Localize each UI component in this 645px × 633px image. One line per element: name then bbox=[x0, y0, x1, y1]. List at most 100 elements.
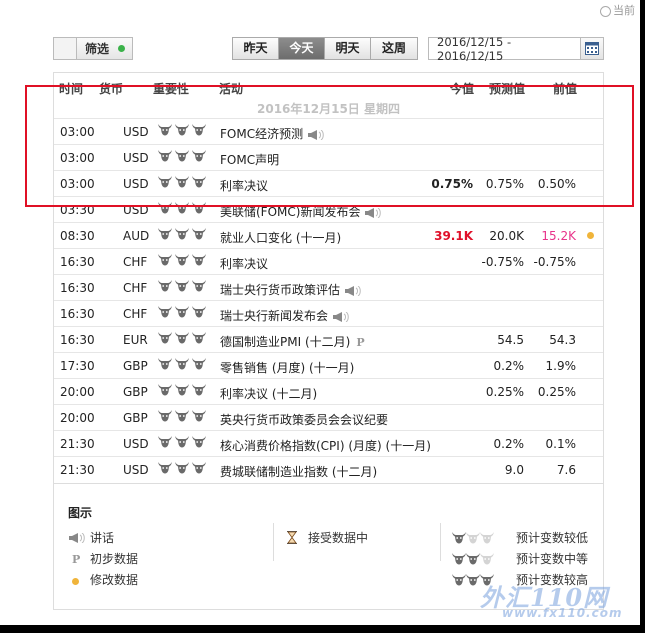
row-actual: 39.1K bbox=[434, 229, 473, 243]
importance-bulls-icon bbox=[158, 435, 206, 448]
row-time: 20:00 bbox=[60, 411, 95, 425]
watermark-logo: 外汇110网 www.fx110.com bbox=[480, 583, 623, 620]
table-row[interactable]: 16:30 CHF 瑞士央行新闻发布会 bbox=[54, 300, 603, 326]
row-event-text[interactable]: FOMC经济预测 bbox=[220, 127, 303, 141]
prelim-icon: P bbox=[356, 336, 365, 349]
table-row[interactable]: 16:30 CHF 瑞士央行货币政策评估 bbox=[54, 274, 603, 300]
prelim-icon: P bbox=[72, 553, 81, 566]
row-currency: EUR bbox=[123, 333, 148, 347]
speaker-icon bbox=[68, 532, 90, 546]
speaker-icon bbox=[340, 283, 362, 297]
col-event: 活动 bbox=[219, 82, 244, 96]
row-event: 利率决议 bbox=[220, 177, 268, 194]
table-row[interactable]: 16:30 CHF 利率决议 -0.75% -0.75% bbox=[54, 248, 603, 274]
row-event-text[interactable]: 零售销售 (月度) (十一月) bbox=[220, 361, 354, 375]
tab-this-week[interactable]: 这周 bbox=[371, 38, 417, 59]
tab-tomorrow[interactable]: 明天 bbox=[325, 38, 371, 59]
table-row[interactable]: 21:30 USD 核心消费价格指数(CPI) (月度) (十一月) 0.2% 0.1% bbox=[54, 430, 603, 456]
speaker-icon bbox=[328, 309, 350, 323]
row-event-text[interactable]: 利率决议 (十二月) bbox=[220, 387, 317, 401]
row-event-text[interactable]: 就业人口变化 (十一月) bbox=[220, 231, 341, 245]
filter-button[interactable]: 筛选 bbox=[53, 37, 133, 60]
row-currency: CHF bbox=[123, 281, 148, 295]
tab-yesterday[interactable]: 昨天 bbox=[233, 38, 279, 59]
filter-checkbox[interactable] bbox=[54, 38, 77, 59]
legend-speech: 讲话 bbox=[68, 529, 114, 546]
row-event: 瑞士央行新闻发布会 bbox=[220, 307, 350, 324]
table-row[interactable]: 08:30 AUD 就业人口变化 (十一月) 39.1K 20.0K 15.2K bbox=[54, 222, 603, 248]
row-event-text[interactable]: 美联储(FOMC)新闻发布会 bbox=[220, 205, 360, 219]
row-currency: CHF bbox=[123, 255, 148, 269]
row-currency: USD bbox=[123, 463, 149, 477]
row-event-text[interactable]: 费城联储制造业指数 (十二月) bbox=[220, 465, 377, 479]
row-previous: -0.75% bbox=[533, 255, 576, 269]
row-time: 03:00 bbox=[60, 177, 95, 191]
table-row[interactable]: 17:30 GBP 零售销售 (月度) (十一月) 0.2% 1.9% bbox=[54, 352, 603, 378]
table-row[interactable]: 16:30 EUR 德国制造业PMI (十二月) P 54.5 54.3 bbox=[54, 326, 603, 352]
day-tabs: 昨天 今天 明天 这周 bbox=[232, 37, 418, 60]
legend-receiving: 接受数据中 bbox=[286, 529, 368, 547]
row-event: 德国制造业PMI (十二月) P bbox=[220, 333, 365, 350]
legend-divider bbox=[54, 483, 603, 484]
row-forecast: 9.0 bbox=[504, 463, 524, 477]
row-currency: GBP bbox=[123, 411, 148, 425]
row-event: 英央行货币政策委员会会议纪要 bbox=[220, 411, 388, 428]
row-event: FOMC经济预测 bbox=[220, 125, 325, 142]
bull-mid-icon bbox=[452, 552, 516, 568]
table-row[interactable]: 03:00 USD FOMC声明 bbox=[54, 144, 603, 170]
row-forecast: 0.25% bbox=[485, 385, 524, 399]
revised-dot-icon bbox=[68, 574, 90, 588]
clock-icon bbox=[600, 5, 611, 17]
date-header: 2016年12月15日 星期四 bbox=[257, 102, 400, 116]
row-time: 16:30 bbox=[60, 281, 95, 295]
row-currency: USD bbox=[123, 437, 149, 451]
row-event-text[interactable]: FOMC声明 bbox=[220, 153, 279, 167]
table-header: 时间 货币 重要性 活动 今值 预测值 前值 bbox=[53, 80, 604, 96]
legend-low: 预计变数较低 bbox=[452, 529, 588, 547]
row-previous: 15.2K bbox=[541, 229, 576, 243]
col-previous: 前值 bbox=[552, 82, 577, 96]
row-forecast: 20.0K bbox=[489, 229, 524, 243]
table-row[interactable]: 20:00 GBP 利率决议 (十二月) 0.25% 0.25% bbox=[54, 378, 603, 404]
row-actual: 0.75% bbox=[431, 177, 473, 191]
table-row[interactable]: 03:00 USD 利率决议 0.75% 0.75% 0.50% bbox=[54, 170, 603, 196]
table-row[interactable]: 21:30 USD 费城联储制造业指数 (十二月) 9.0 7.6 bbox=[54, 456, 603, 482]
importance-bulls-icon bbox=[158, 227, 206, 240]
tab-today[interactable]: 今天 bbox=[279, 38, 325, 59]
calendar-icon[interactable] bbox=[580, 38, 603, 59]
current-link[interactable]: 当前 bbox=[600, 2, 640, 18]
col-actual: 今值 bbox=[449, 82, 474, 96]
row-time: 20:00 bbox=[60, 385, 95, 399]
table-row[interactable]: 20:00 GBP 英央行货币政策委员会会议纪要 bbox=[54, 404, 603, 430]
row-time: 08:30 bbox=[60, 229, 95, 243]
row-forecast: 0.2% bbox=[493, 359, 525, 373]
row-event-text[interactable]: 瑞士央行货币政策评估 bbox=[220, 283, 340, 297]
row-event-text[interactable]: 利率决议 bbox=[220, 257, 268, 271]
row-event-text[interactable]: 瑞士央行新闻发布会 bbox=[220, 309, 328, 323]
row-currency: GBP bbox=[123, 385, 148, 399]
table-row[interactable]: 03:30 USD 美联储(FOMC)新闻发布会 bbox=[54, 196, 603, 222]
date-range-picker[interactable]: 2016/12/15 - 2016/12/15 bbox=[428, 34, 604, 63]
row-event-text[interactable]: 德国制造业PMI (十二月) bbox=[220, 335, 350, 349]
table-row[interactable]: 03:00 USD FOMC经济预测 bbox=[54, 118, 603, 144]
row-time: 17:30 bbox=[60, 359, 95, 373]
importance-bulls-icon bbox=[158, 409, 206, 422]
col-forecast: 预测值 bbox=[488, 82, 525, 96]
filter-label: 筛选 bbox=[85, 42, 110, 56]
importance-bulls-icon bbox=[158, 175, 206, 188]
speaker-icon bbox=[360, 205, 382, 219]
row-currency: GBP bbox=[123, 359, 148, 373]
row-event-text[interactable]: 利率决议 bbox=[220, 179, 268, 193]
importance-bulls-icon bbox=[158, 383, 206, 396]
row-time: 03:30 bbox=[60, 203, 95, 217]
row-event-text[interactable]: 英央行货币政策委员会会议纪要 bbox=[220, 413, 388, 427]
importance-bulls-icon bbox=[158, 201, 206, 214]
legend-title: 图示 bbox=[68, 506, 93, 520]
row-currency: CHF bbox=[123, 307, 148, 321]
row-currency: AUD bbox=[123, 229, 150, 243]
row-event-text[interactable]: 核心消费价格指数(CPI) (月度) (十一月) bbox=[220, 439, 431, 453]
date-range-text: 2016/12/15 - 2016/12/15 bbox=[437, 34, 512, 63]
legend-revised: 修改数据 bbox=[68, 571, 138, 588]
row-time: 16:30 bbox=[60, 333, 95, 347]
row-event: 瑞士央行货币政策评估 bbox=[220, 281, 362, 298]
